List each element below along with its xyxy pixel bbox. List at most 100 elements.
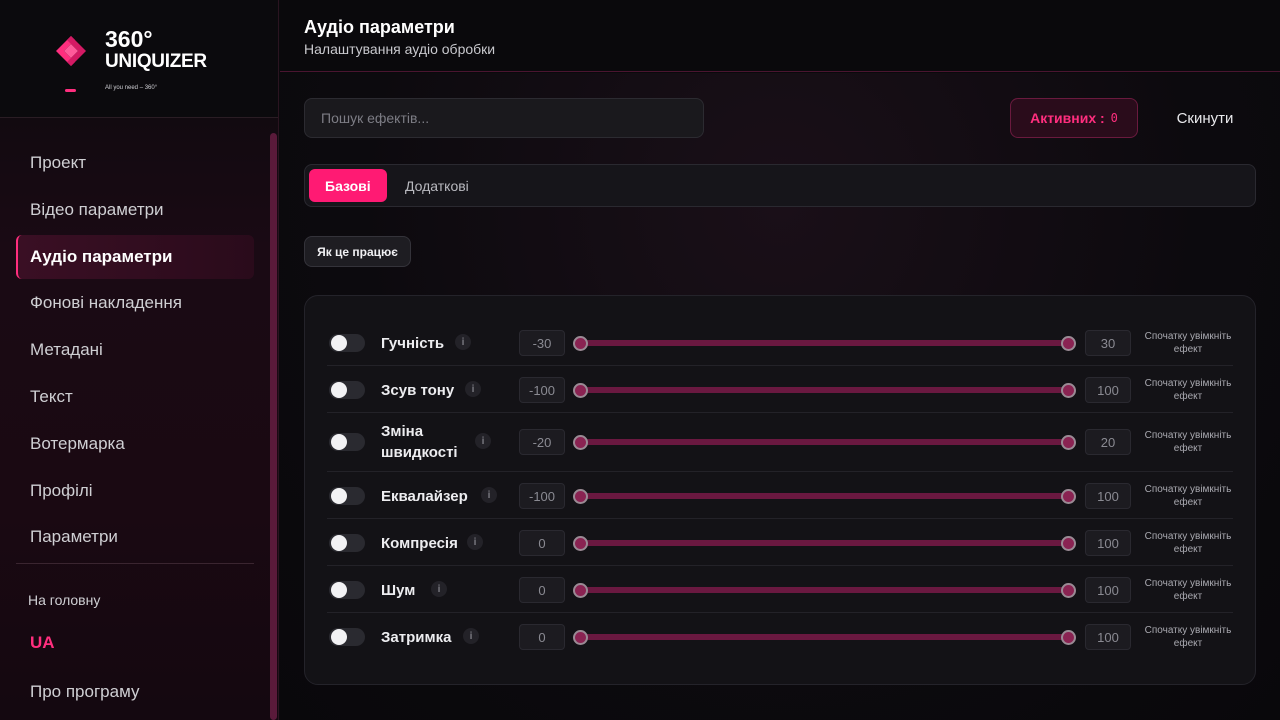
sidebar-item[interactable]: Параметри bbox=[16, 515, 254, 559]
sidebar-item[interactable]: Метадані bbox=[16, 328, 254, 372]
effect-row: Шум i 0 100 Спочатку увімкніть ефект bbox=[327, 566, 1233, 613]
effect-name: Гучність bbox=[381, 335, 445, 352]
range-slider-track[interactable] bbox=[579, 493, 1069, 499]
effect-name: Зміна швидкості bbox=[381, 423, 458, 461]
slider-max-handle[interactable] bbox=[1061, 434, 1076, 450]
slider-min-handle[interactable] bbox=[573, 582, 588, 598]
sidebar-item[interactable]: Фонові накладення bbox=[16, 281, 254, 325]
reset-button[interactable]: Скинути bbox=[1158, 98, 1252, 138]
effects-panel: Гучність i -30 30 Спочатку увімкніть ефект Зс… bbox=[304, 295, 1256, 685]
effect-toggle[interactable] bbox=[329, 487, 365, 505]
effect-row: Гучність i -30 30 Спочатку увімкніть ефект bbox=[327, 319, 1233, 366]
effect-name: Затримка bbox=[381, 629, 452, 646]
toggle-knob bbox=[331, 382, 347, 398]
logo-number: 360° bbox=[105, 26, 153, 52]
effect-toggle[interactable] bbox=[329, 628, 365, 646]
search-input[interactable] bbox=[304, 98, 704, 138]
slider-min-handle[interactable] bbox=[573, 535, 588, 551]
range-slider-track[interactable] bbox=[579, 340, 1069, 346]
slider-min-handle[interactable] bbox=[573, 629, 588, 645]
toggle-knob bbox=[331, 335, 347, 351]
effect-name: Еквалайзер bbox=[381, 488, 468, 505]
min-value[interactable]: 0 bbox=[519, 530, 565, 556]
range-slider-track[interactable] bbox=[579, 439, 1069, 445]
slider-min-handle[interactable] bbox=[573, 382, 588, 398]
info-icon[interactable]: i bbox=[431, 581, 447, 597]
range-slider-track[interactable] bbox=[579, 587, 1069, 593]
min-value[interactable]: -20 bbox=[519, 429, 565, 455]
effect-row: Зміна швидкості i -20 20 Спочатку увімкніть … bbox=[327, 413, 1233, 472]
slider-max-handle[interactable] bbox=[1061, 629, 1076, 645]
max-value[interactable]: 100 bbox=[1085, 530, 1131, 556]
logo-underline bbox=[65, 89, 76, 92]
active-label: Активних : bbox=[1030, 110, 1105, 126]
about-link[interactable]: Про програму bbox=[30, 682, 139, 702]
min-value[interactable]: -100 bbox=[519, 377, 565, 403]
page-header: Аудіо параметри Налаштування аудіо оброб… bbox=[280, 0, 1280, 72]
range-slider-track[interactable] bbox=[579, 387, 1069, 393]
info-icon[interactable]: i bbox=[465, 381, 481, 397]
max-value[interactable]: 100 bbox=[1085, 377, 1131, 403]
slider-max-handle[interactable] bbox=[1061, 335, 1076, 351]
min-value[interactable]: -30 bbox=[519, 330, 565, 356]
toggle-knob bbox=[331, 488, 347, 504]
effect-hint: Спочатку увімкніть ефект bbox=[1144, 578, 1232, 602]
sidebar-item[interactable]: Профілі bbox=[16, 469, 254, 513]
tab-bar: Базові Додаткові bbox=[304, 164, 1256, 207]
min-value[interactable]: -100 bbox=[519, 483, 565, 509]
logo[interactable]: 360° UNIQUIZER All you need – 360° bbox=[0, 0, 278, 118]
info-icon[interactable]: i bbox=[467, 534, 483, 550]
effect-toggle[interactable] bbox=[329, 381, 365, 399]
max-value[interactable]: 100 bbox=[1085, 483, 1131, 509]
effect-toggle[interactable] bbox=[329, 433, 365, 451]
slider-max-handle[interactable] bbox=[1061, 488, 1076, 504]
slider-max-handle[interactable] bbox=[1061, 582, 1076, 598]
sidebar-item[interactable]: Текст bbox=[16, 375, 254, 419]
home-link[interactable]: На головну bbox=[28, 592, 100, 608]
toggle-knob bbox=[331, 582, 347, 598]
effect-toggle[interactable] bbox=[329, 581, 365, 599]
sidebar-item[interactable]: Відео параметри bbox=[16, 188, 254, 232]
slider-min-handle[interactable] bbox=[573, 434, 588, 450]
tab-advanced[interactable]: Додаткові bbox=[389, 169, 485, 202]
how-it-works-button[interactable]: Як це працює bbox=[304, 236, 411, 267]
toggle-knob bbox=[331, 434, 347, 450]
max-value[interactable]: 100 bbox=[1085, 577, 1131, 603]
effect-toggle[interactable] bbox=[329, 334, 365, 352]
toggle-knob bbox=[331, 629, 347, 645]
tab-basic[interactable]: Базові bbox=[309, 169, 387, 202]
info-icon[interactable]: i bbox=[475, 433, 491, 449]
sidebar-item[interactable]: Аудіо параметри bbox=[16, 234, 254, 279]
effect-row: Зсув тону i -100 100 Спочатку увімкніть ефек… bbox=[327, 366, 1233, 413]
max-value[interactable]: 100 bbox=[1085, 624, 1131, 650]
slider-max-handle[interactable] bbox=[1061, 382, 1076, 398]
min-value[interactable]: 0 bbox=[519, 577, 565, 603]
max-value[interactable]: 20 bbox=[1085, 429, 1131, 455]
range-slider-track[interactable] bbox=[579, 540, 1069, 546]
effect-hint: Спочатку увімкніть ефект bbox=[1144, 484, 1232, 508]
active-count-badge[interactable]: Активних : 0 bbox=[1010, 98, 1138, 138]
page-title: Аудіо параметри bbox=[304, 17, 455, 37]
slider-min-handle[interactable] bbox=[573, 488, 588, 504]
logo-icon bbox=[56, 36, 86, 66]
info-icon[interactable]: i bbox=[463, 628, 479, 644]
effect-hint: Спочатку увімкніть ефект bbox=[1144, 625, 1232, 649]
effect-toggle[interactable] bbox=[329, 534, 365, 552]
max-value[interactable]: 30 bbox=[1085, 330, 1131, 356]
effect-hint: Спочатку увімкніть ефект bbox=[1144, 331, 1232, 355]
sidebar-scrollbar[interactable] bbox=[270, 133, 277, 720]
info-icon[interactable]: i bbox=[455, 334, 471, 350]
effect-name: Шум bbox=[381, 582, 416, 599]
effect-row: Компресія i 0 100 Спочатку увімкніть ефект bbox=[327, 519, 1233, 566]
min-value[interactable]: 0 bbox=[519, 624, 565, 650]
slider-max-handle[interactable] bbox=[1061, 535, 1076, 551]
range-slider-track[interactable] bbox=[579, 634, 1069, 640]
sidebar-item[interactable]: Вотермарка bbox=[16, 422, 254, 466]
language-switch[interactable]: UA bbox=[30, 633, 55, 653]
sidebar-item[interactable]: Проект bbox=[16, 141, 254, 185]
effect-row: Затримка i 0 100 Спочатку увімкніть ефект bbox=[327, 613, 1233, 660]
slider-min-handle[interactable] bbox=[573, 335, 588, 351]
info-icon[interactable]: i bbox=[481, 487, 497, 503]
effect-hint: Спочатку увімкніть ефект bbox=[1144, 378, 1232, 402]
page-subtitle: Налаштування аудіо обробки bbox=[304, 41, 496, 57]
